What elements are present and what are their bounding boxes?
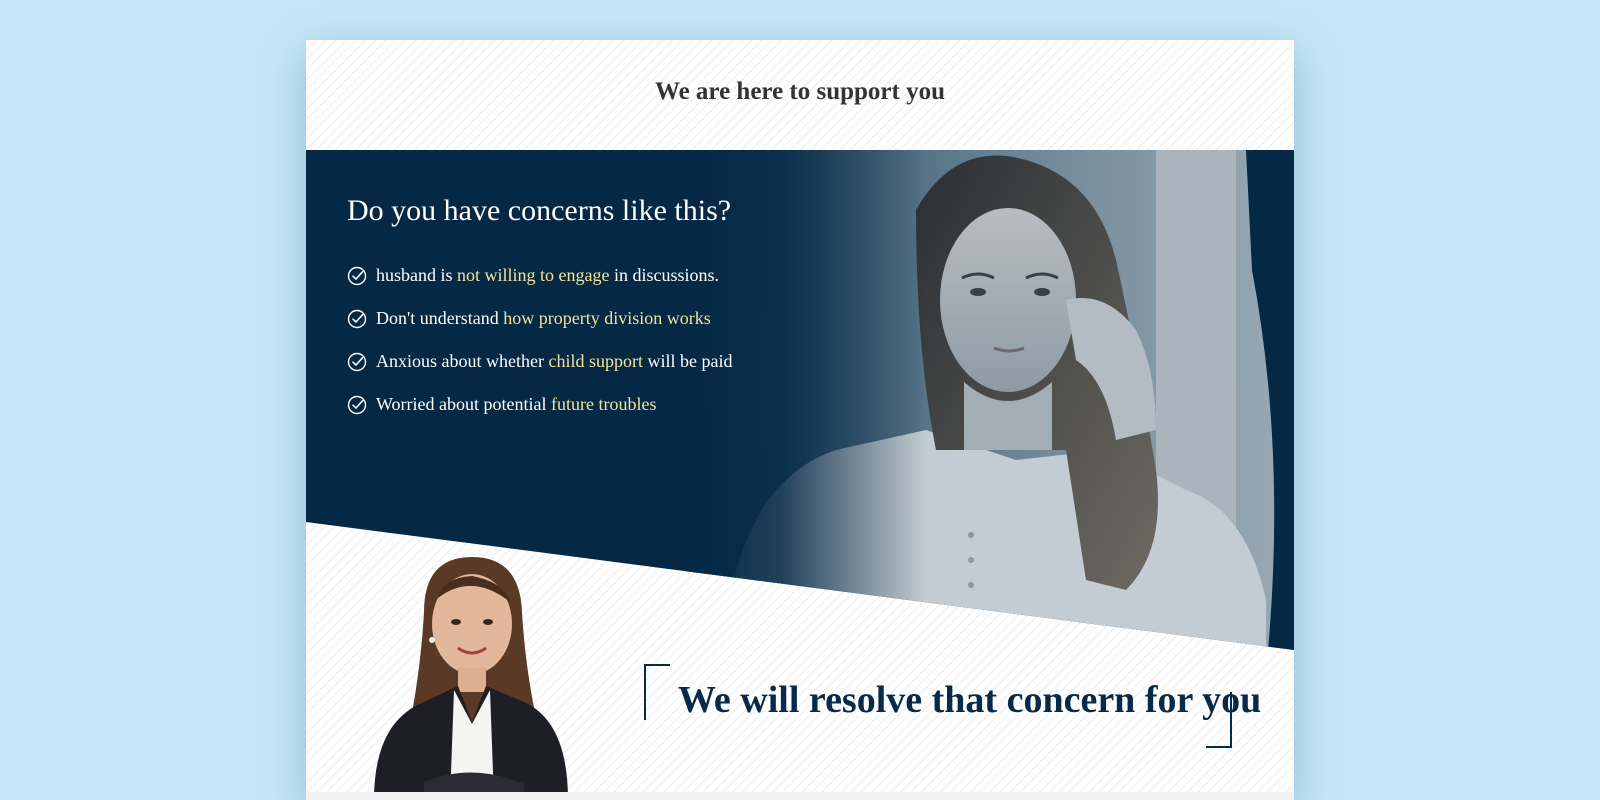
section-divider	[306, 792, 1294, 800]
concern-text: Don't understand how property division w…	[376, 308, 711, 329]
concern-highlight: future troubles	[551, 394, 657, 414]
concern-text: Anxious about whether child support will…	[376, 351, 732, 372]
quote-bracket-top-left	[644, 664, 670, 720]
lawyer-portrait	[354, 552, 584, 800]
check-circle-icon	[347, 352, 367, 371]
list-item: Don't understand how property division w…	[347, 297, 732, 340]
concern-text-lead: Anxious about whether	[376, 351, 549, 371]
concern-text-lead: husband is	[376, 265, 457, 285]
concern-highlight: how property division works	[503, 308, 711, 328]
support-title: We are here to support you	[654, 78, 946, 105]
check-circle-icon	[347, 309, 367, 328]
landing-card: We are here to support you Do you have c…	[306, 40, 1294, 800]
list-item: Anxious about whether child support will…	[347, 340, 732, 383]
concerns-list: husband is not willing to engage in disc…	[347, 254, 732, 426]
concern-highlight: not willing to engage	[457, 265, 610, 285]
check-circle-icon	[347, 266, 367, 285]
concern-highlight: child support	[548, 351, 643, 371]
concern-text: Worried about potential future troubles	[376, 394, 656, 415]
concern-text-lead: Worried about potential	[376, 394, 551, 414]
concern-text: husband is not willing to engage in disc…	[376, 265, 719, 286]
concern-text-tail: in discussions.	[609, 265, 719, 285]
list-item: Worried about potential future troubles	[347, 383, 732, 426]
list-item: husband is not willing to engage in disc…	[347, 254, 732, 297]
concern-text-lead: Don't understand	[376, 308, 504, 328]
concerns-block: Do you have concerns like this? husband …	[347, 194, 732, 426]
concerns-heading: Do you have concerns like this?	[347, 194, 732, 227]
resolve-heading: We will resolve that concern for you	[678, 679, 1262, 721]
concern-text-tail: will be paid	[642, 351, 733, 371]
check-circle-icon	[347, 395, 367, 414]
